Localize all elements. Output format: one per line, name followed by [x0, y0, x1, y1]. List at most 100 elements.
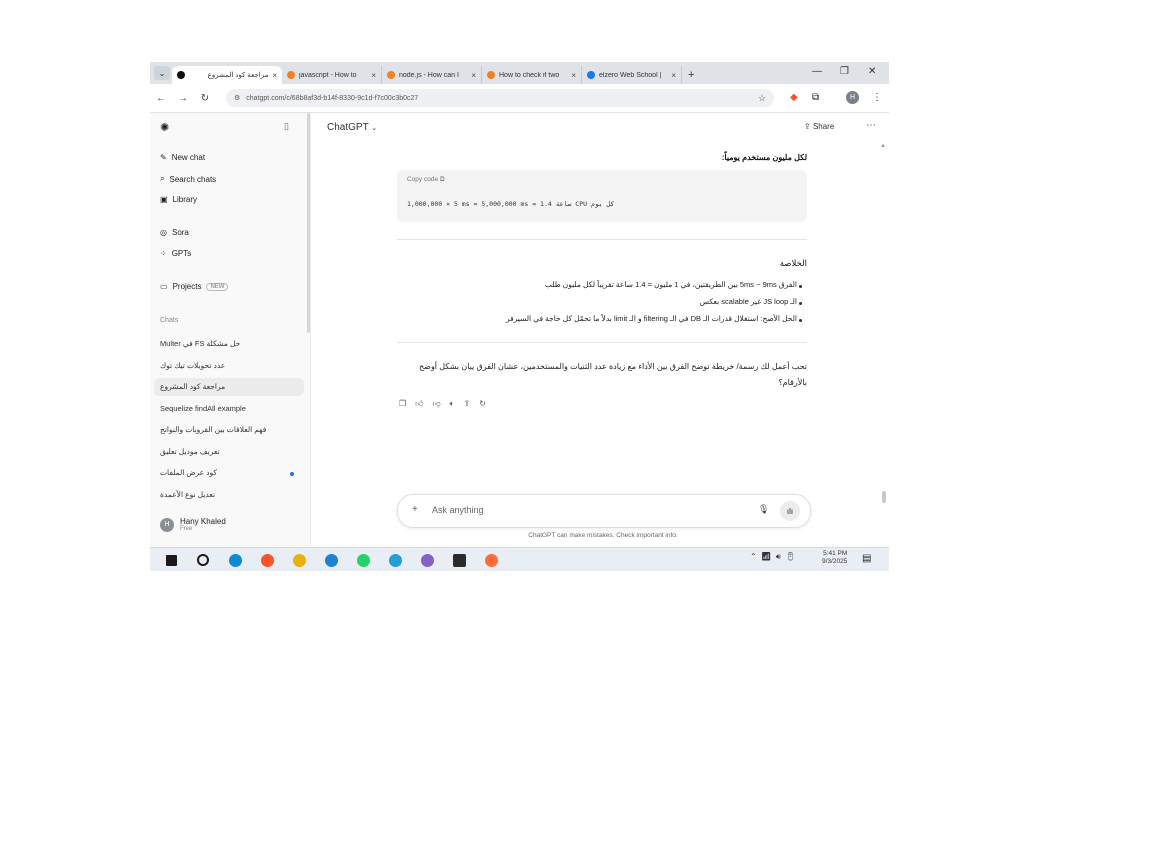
- bullet-dot: [799, 319, 802, 322]
- sidebar-item-label: Search chats: [169, 174, 217, 184]
- search-icon-glyph: [197, 554, 209, 566]
- chat-history-item[interactable]: حل مشكلة FS في Multer: [160, 339, 300, 348]
- close-tab-icon[interactable]: ×: [671, 71, 676, 80]
- reload-icon[interactable]: ↻: [194, 93, 216, 104]
- chats-heading: Chats: [160, 317, 179, 324]
- regenerate-icon[interactable]: ↻: [479, 399, 486, 409]
- sidebar-item-library[interactable]: ▣ Library: [160, 195, 197, 204]
- chat-history-item[interactable]: فهم العلاقات بين القروبات والنواتج: [160, 425, 300, 434]
- copy-code-button[interactable]: Copy code ⧉: [407, 176, 445, 184]
- windows-start-icon[interactable]: [160, 551, 182, 569]
- search-icon[interactable]: [192, 551, 214, 569]
- more-options-icon[interactable]: ⋯: [866, 120, 876, 131]
- close-tab-icon[interactable]: ×: [571, 71, 576, 80]
- share-label: Share: [812, 122, 835, 131]
- whatsapp-icon[interactable]: [352, 551, 374, 569]
- unread-dot: [290, 472, 294, 476]
- chrome-icon[interactable]: [288, 551, 310, 569]
- bookmark-star-icon[interactable]: ☆: [758, 93, 766, 104]
- chat-history-item[interactable]: Sequelize findAll example: [160, 404, 300, 413]
- visual-studio-icon-glyph: [420, 553, 434, 567]
- sidebar-item-search-chats[interactable]: ⌕ Search chats: [160, 174, 216, 184]
- copy-icon[interactable]: ❐: [399, 399, 406, 409]
- clock-time: 5:41 PM: [823, 550, 848, 557]
- site-info-icon[interactable]: ⚙: [234, 94, 240, 102]
- bullet-dot: [799, 285, 802, 288]
- postman-icon[interactable]: [480, 551, 502, 569]
- visual-studio-icon[interactable]: [416, 551, 438, 569]
- browser-window: ⌄ مراجعة كود المشروع × javascript - How to…: [150, 62, 889, 571]
- main-scrollbar[interactable]: [882, 491, 886, 503]
- brave-icon-glyph: [260, 553, 274, 567]
- new-tab-button[interactable]: +: [688, 69, 694, 81]
- close-tab-icon[interactable]: ×: [371, 71, 376, 80]
- whatsapp-icon-glyph: [356, 553, 370, 567]
- tab-0[interactable]: مراجعة كود المشروع ×: [172, 66, 282, 84]
- close-tab-icon[interactable]: ×: [471, 71, 476, 80]
- model-selector[interactable]: ChatGPT ⌄: [327, 122, 377, 133]
- microphone-icon[interactable]: 🎙︎: [758, 504, 769, 515]
- chat-history-item[interactable]: مراجعة كود المشروع: [154, 378, 304, 396]
- brave-icon[interactable]: [256, 551, 278, 569]
- edge-icon[interactable]: [224, 551, 246, 569]
- message-actions: ❐ 👍︎ 👎︎ 🔈︎ ⇪ ↻: [399, 399, 486, 409]
- brave-shield-icon[interactable]: ◆: [790, 92, 798, 103]
- chatgpt-logo-icon[interactable]: ✺: [160, 121, 169, 134]
- sidebar-item-projects[interactable]: ▭ Projects NEW: [160, 282, 229, 291]
- menu-dots-icon[interactable]: ⋮: [872, 92, 882, 103]
- profile-avatar[interactable]: H: [846, 91, 859, 104]
- sidebar-scrollbar[interactable]: [307, 113, 310, 333]
- disclaimer: ChatGPT can make mistakes. Check importa…: [528, 532, 678, 539]
- sora-icon: ◎: [160, 228, 167, 237]
- clock-date: 9/3/2025: [822, 558, 848, 565]
- sidebar-item-label: Sora: [171, 228, 189, 237]
- vscode-icon[interactable]: [320, 551, 342, 569]
- divider: [397, 239, 807, 240]
- back-icon[interactable]: ←: [150, 93, 172, 104]
- toggle-sidebar-icon[interactable]: ▯: [284, 121, 289, 132]
- share-icon[interactable]: ⇪: [463, 399, 470, 409]
- search-icon: ⌕: [160, 174, 165, 183]
- thumbs-down-icon[interactable]: 👎︎: [433, 399, 441, 409]
- address-bar[interactable]: ⚙ chatgpt.com/c/68b8af3d-b14f-8330-9c1d-…: [226, 89, 774, 107]
- voice-mode-button[interactable]: ılı: [780, 501, 800, 521]
- tab-search-button[interactable]: ⌄: [154, 66, 170, 80]
- plus-icon[interactable]: +: [412, 504, 418, 515]
- tab-2[interactable]: node.js - How can I ×: [382, 66, 482, 84]
- chatgpt-icon: [177, 71, 185, 79]
- tab-title: How to check if two: [499, 71, 560, 79]
- maximize-icon[interactable]: ❐: [840, 66, 849, 77]
- chat-history-item[interactable]: كود عرض الملفات: [160, 468, 300, 477]
- sidebar-item-label: GPTs: [171, 249, 192, 258]
- extensions-icon[interactable]: ⧉: [812, 92, 819, 103]
- chat-history-item[interactable]: تعديل نوع الأعمدة: [160, 490, 300, 499]
- share-button[interactable]: ⇪ Share: [804, 122, 834, 131]
- minimize-icon[interactable]: —: [812, 66, 822, 77]
- summary-bullet: الفرق 5ms ~ 9ms بين الطريقتين، في 1 مليو…: [544, 280, 797, 289]
- sidebar-item-gpts[interactable]: ⁘ GPTs: [160, 249, 191, 258]
- user-profile[interactable]: H Hany Khaled Free: [160, 517, 226, 532]
- tab-4[interactable]: elzero Web School | ×: [582, 66, 682, 84]
- telegram-icon[interactable]: [384, 551, 406, 569]
- sidebar-item-label: Projects: [172, 282, 202, 291]
- clock[interactable]: 5:41 PM 9/3/2025: [822, 550, 847, 566]
- chat-history-item[interactable]: تعريف موديل تعليق: [160, 447, 300, 456]
- thumbs-up-icon[interactable]: 👍︎: [415, 399, 423, 409]
- sidebar-item-new-chat[interactable]: ✎ New chat: [160, 153, 205, 162]
- chat-history-item[interactable]: عدد تحويلات تيك توك: [160, 361, 300, 370]
- close-tab-icon[interactable]: ×: [272, 71, 277, 80]
- tab-3[interactable]: How to check if two ×: [482, 66, 582, 84]
- notifications-icon[interactable]: ▤: [862, 553, 871, 564]
- tab-title: elzero Web School |: [599, 71, 662, 79]
- system-tray[interactable]: ⌃ 📶︎ 🔊︎ 🔋︎: [750, 552, 795, 562]
- chevron-down-icon: ⌄: [158, 68, 166, 78]
- postman-icon-glyph: [484, 553, 498, 567]
- forward-icon[interactable]: →: [172, 93, 194, 104]
- read-aloud-icon[interactable]: 🔈︎: [450, 399, 455, 409]
- scroll-up-icon[interactable]: ▲: [880, 143, 886, 149]
- prompt-input[interactable]: Ask anything: [432, 505, 484, 515]
- terminal-icon[interactable]: [448, 551, 470, 569]
- tab-1[interactable]: javascript - How to ×: [282, 66, 382, 84]
- sidebar-item-sora[interactable]: ◎ Sora: [160, 228, 189, 237]
- close-window-icon[interactable]: ✕: [868, 66, 876, 77]
